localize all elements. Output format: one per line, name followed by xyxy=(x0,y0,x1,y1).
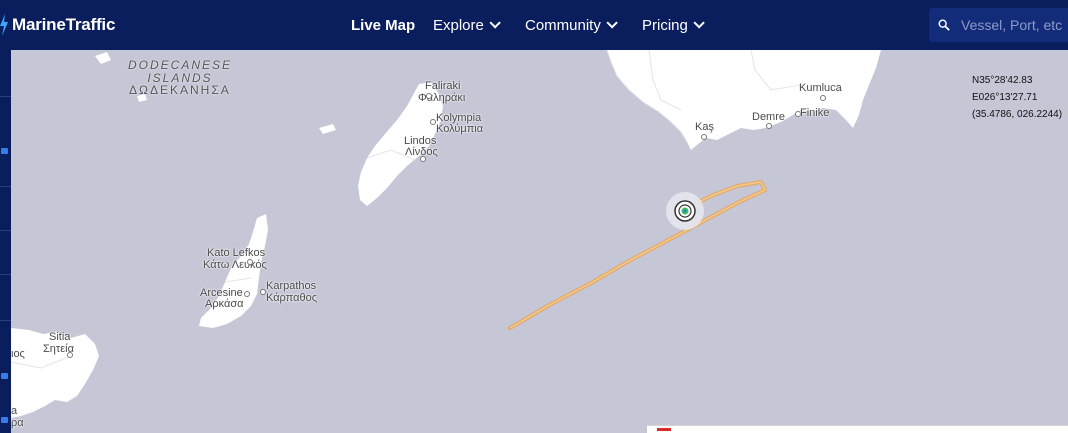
land-karpathos xyxy=(199,214,268,328)
place-dot xyxy=(247,259,253,265)
cursor-coordinates: N35°28'42.83 E026°13'27.71 (35.4786, 026… xyxy=(972,72,1062,123)
place-label-demre: Demre xyxy=(752,111,786,123)
place-label-sitia: Sitia xyxy=(49,331,71,343)
top-navbar: MarineTraffic Live Map Explore Community… xyxy=(0,0,1068,50)
place-label-arcesine-gr: Αρκάσα xyxy=(205,298,244,310)
nav-community-label: Community xyxy=(525,16,601,34)
panel-flag-icon xyxy=(657,428,671,431)
place-label-kumluca: Kumluca xyxy=(799,82,842,94)
place-dot xyxy=(67,352,73,358)
sidebar-divider xyxy=(0,320,11,321)
sidebar-divider xyxy=(0,274,11,275)
lock-icon[interactable] xyxy=(1,373,8,379)
place-label-karpathos-gr: Κάρπαθος xyxy=(266,292,317,304)
land-islet xyxy=(319,124,336,134)
place-label-faliraki-gr: Φαληράκι xyxy=(418,92,466,104)
place-label-kolympia-gr: Κολύμπια xyxy=(436,123,484,135)
place-dot xyxy=(766,123,772,129)
place-label-faliraki: Faliraki xyxy=(425,80,461,92)
vessel-target-icon[interactable] xyxy=(666,192,704,230)
lock-icon[interactable] xyxy=(1,417,8,423)
place-label-edge: a xyxy=(11,405,18,417)
place-label-edge: ιος xyxy=(11,348,25,360)
nav-live-map-label: Live Map xyxy=(351,16,416,34)
place-label-edge: ρα xyxy=(11,417,24,429)
search-box[interactable] xyxy=(929,8,1068,42)
place-label-karpathos: Karpathos xyxy=(266,280,317,292)
coordinate-decimal: (35.4786, 026.2244) xyxy=(972,109,1063,120)
map-canvas xyxy=(11,50,881,418)
place-dot xyxy=(420,156,426,162)
land-turkey-coast xyxy=(607,50,881,150)
sidebar-divider xyxy=(0,230,11,231)
search-icon xyxy=(938,19,950,31)
logo-bolt-icon xyxy=(0,14,8,36)
lock-icon[interactable] xyxy=(1,148,8,154)
search-input[interactable] xyxy=(959,16,1068,34)
place-dot xyxy=(430,119,436,125)
nav-explore-label: Explore xyxy=(433,16,484,34)
bottom-panel[interactable] xyxy=(647,425,1068,433)
region-label-dodecanese: DODECANESE ISLANDS xyxy=(128,59,232,85)
left-sidebar xyxy=(0,50,11,433)
place-dot xyxy=(426,93,432,99)
place-dot xyxy=(260,289,266,295)
nav-explore[interactable]: Explore xyxy=(433,0,501,50)
live-map[interactable]: DODECANESE ISLANDS ΔΩΔΕΚΑΝΗΣΑ Faliraki Φ… xyxy=(11,50,1068,433)
sidebar-divider xyxy=(0,96,11,97)
place-label-kato-lefkos: Kato Lefkos xyxy=(207,247,266,259)
chevron-down-icon xyxy=(606,17,618,29)
nav-pricing-label: Pricing xyxy=(642,16,688,34)
chevron-down-icon xyxy=(693,17,705,29)
region-label-greek: ΔΩΔΕΚΑΝΗΣΑ xyxy=(129,83,231,97)
place-label-kas: Kaş xyxy=(695,121,714,133)
place-label-kato-lefkos-gr: Κάτω Λευκός xyxy=(203,259,267,271)
nav-community[interactable]: Community xyxy=(525,0,618,50)
sidebar-divider xyxy=(0,186,11,187)
brand-logo[interactable]: MarineTraffic xyxy=(0,14,115,36)
place-dot xyxy=(244,291,250,297)
land-islet xyxy=(95,52,111,64)
brand-name: MarineTraffic xyxy=(12,15,116,34)
coordinate-lon: E026°13'27.71 xyxy=(972,92,1038,103)
place-label-finike: Finike xyxy=(800,107,830,119)
chevron-down-icon xyxy=(489,17,501,29)
place-dot xyxy=(701,134,707,140)
place-dot xyxy=(820,95,826,101)
coordinate-lat: N35°28'42.83 xyxy=(972,75,1033,86)
nav-live-map[interactable]: Live Map xyxy=(351,0,415,50)
nav-pricing[interactable]: Pricing xyxy=(642,0,705,50)
